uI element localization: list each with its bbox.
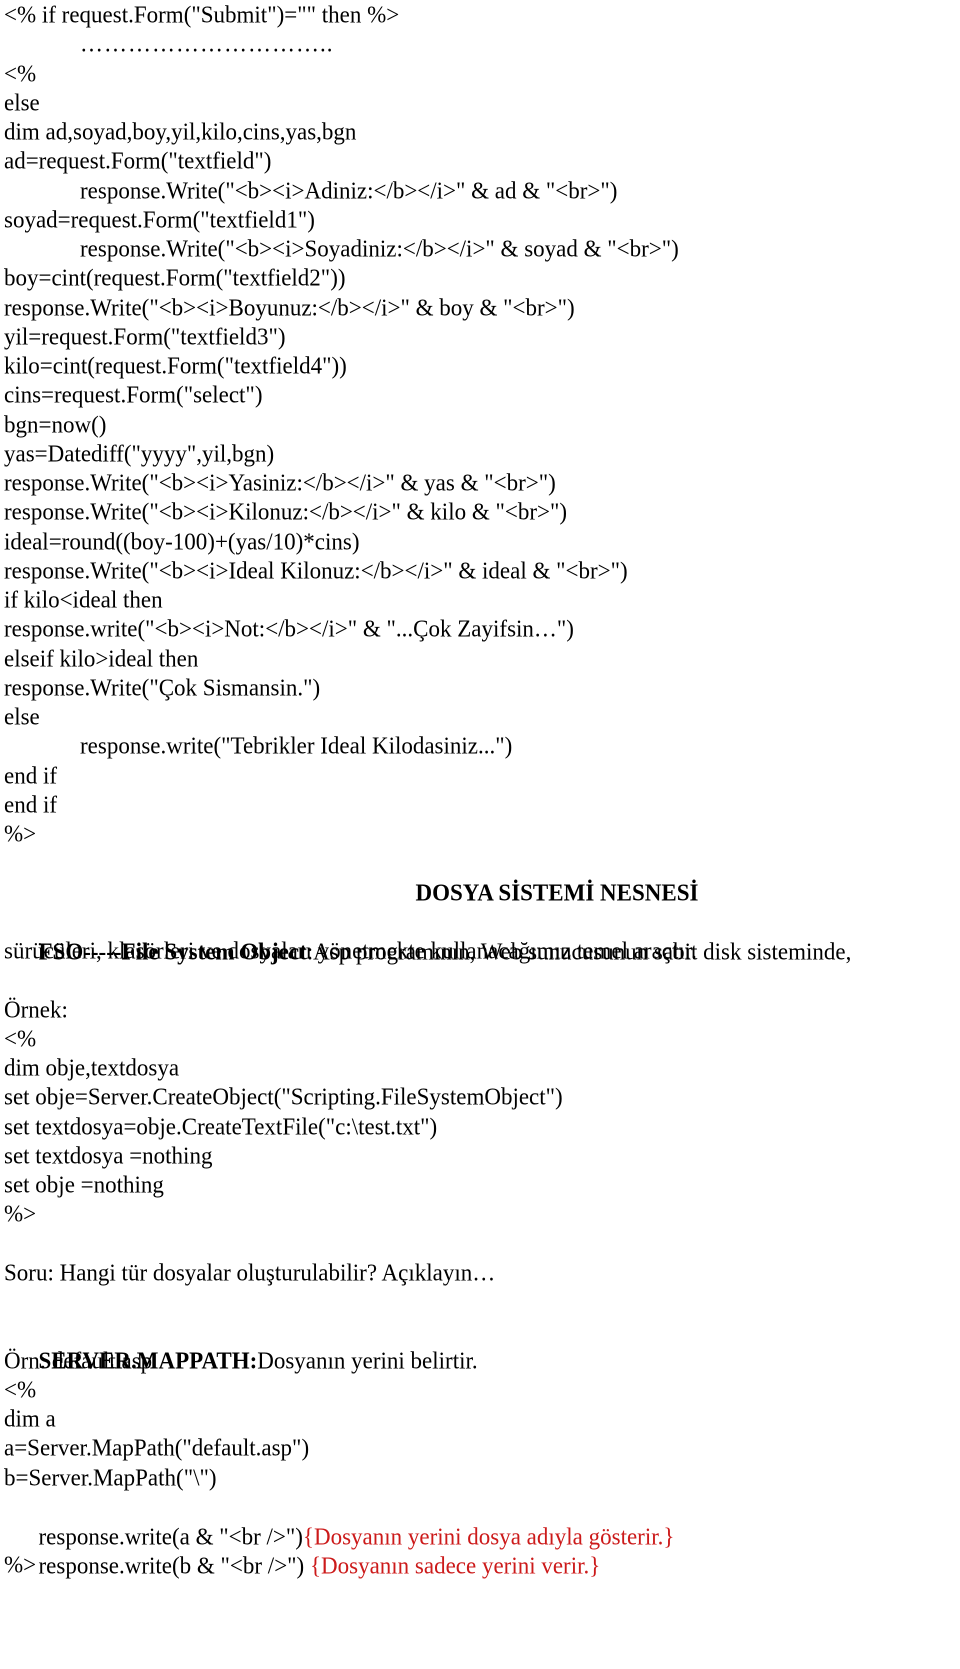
document-page: <% if request.Form("Submit")="" then %> … — [0, 0, 960, 1580]
code-line: else — [4, 89, 40, 116]
mappath-example: Örn: default.asp — [4, 1346, 153, 1373]
code-line: response.Write("<b><i>Yasiniz:</b></i>" … — [4, 469, 556, 496]
code-line: response.Write("<b><i>Boyunuz:</b></i>" … — [4, 293, 575, 320]
code-line: yil=request.Form("textfield3") — [4, 323, 286, 350]
code-line: %> — [4, 1200, 37, 1227]
code-line: kilo=cint(request.Form("textfield4")) — [4, 352, 347, 379]
code-line: b=Server.MapPath("\") — [4, 1463, 217, 1490]
code-line: <% — [4, 1376, 37, 1403]
code-line: response.write("<b><i>Not:</b></i>" & ".… — [4, 615, 574, 642]
code-line: dim obje,textdosya — [4, 1054, 180, 1081]
code-line: <% — [4, 1025, 37, 1052]
code-line: ad=request.Form("textfield") — [4, 147, 272, 174]
section-title: DOSYA SİSTEMİ NESNESİ — [415, 878, 699, 905]
code-block-mappath-example: <% dim a a=Server.MapPath("default.asp")… — [4, 1375, 960, 1580]
code-block-fso-example: <% dim obje,textdosya set obje=Server.Cr… — [4, 1024, 960, 1229]
code-line: response.Write("Çok Sismansin.") — [4, 674, 321, 701]
question-text: Soru: Hangi tür dosyalar oluşturulabilir… — [4, 1259, 496, 1286]
code-block-form-processing: <% if request.Form("Submit")="" then %> … — [4, 0, 960, 848]
code-line: boy=cint(request.Form("textfield2")) — [4, 264, 346, 291]
code-line: <% if request.Form("Submit")="" then %> — [4, 1, 400, 28]
code-line: response.Write("<b><i>Soyadiniz:</b></i>… — [80, 235, 679, 262]
code-line: dim a — [4, 1405, 56, 1432]
code-line: <% — [4, 59, 37, 86]
mappath-section: SERVER.MAPPATH:Dosyanın yerini belirtir.… — [4, 1316, 960, 1375]
code-line: response.write("Tebrikler Ideal Kilodasi… — [80, 732, 513, 759]
fso-paragraph: FSO-----File System Object:Asp programın… — [4, 907, 960, 966]
code-line: set obje =nothing — [4, 1171, 164, 1198]
code-line: elseif kilo>ideal then — [4, 644, 199, 671]
code-line: set obje=Server.CreateObject("Scripting.… — [4, 1083, 563, 1110]
code-line: %> — [4, 820, 37, 847]
code-line: set textdosya=obje.CreateTextFile("c:\te… — [4, 1112, 438, 1139]
code-line: soyad=request.Form("textfield1") — [4, 206, 315, 233]
code-line: %> — [4, 1551, 37, 1578]
code-line: ideal=round((boy-100)+(yas/10)*cins) — [4, 527, 360, 554]
code-line: yas=Datediff("yyyy",yil,bgn) — [4, 440, 275, 467]
code-line: if kilo<ideal then — [4, 586, 163, 613]
example-label: Örnek: — [4, 995, 68, 1022]
code-line: end if — [4, 761, 58, 788]
code-line: response.Write("<b><i>Kilonuz:</b></i>" … — [4, 498, 568, 525]
code-line: end if — [4, 791, 58, 818]
code-line: response.Write("<b><i>Adiniz:</b></i>" &… — [80, 176, 618, 203]
code-line: cins=request.Form("select") — [4, 381, 263, 408]
code-line: bgn=now() — [4, 410, 107, 437]
code-line: a=Server.MapPath("default.asp") — [4, 1434, 310, 1461]
code-line: response.Write("<b><i>Ideal Kilonuz:</b>… — [4, 557, 628, 584]
code-line: else — [4, 703, 40, 730]
code-line: dim ad,soyad,boy,yil,kilo,cins,yas,bgn — [4, 118, 357, 145]
code-line: set textdosya =nothing — [4, 1142, 213, 1169]
ellipsis-placeholder: ………………………….. — [80, 30, 334, 57]
fso-description-continued: sürücüleri, klasörleri ve dosyaları yöne… — [4, 937, 697, 964]
